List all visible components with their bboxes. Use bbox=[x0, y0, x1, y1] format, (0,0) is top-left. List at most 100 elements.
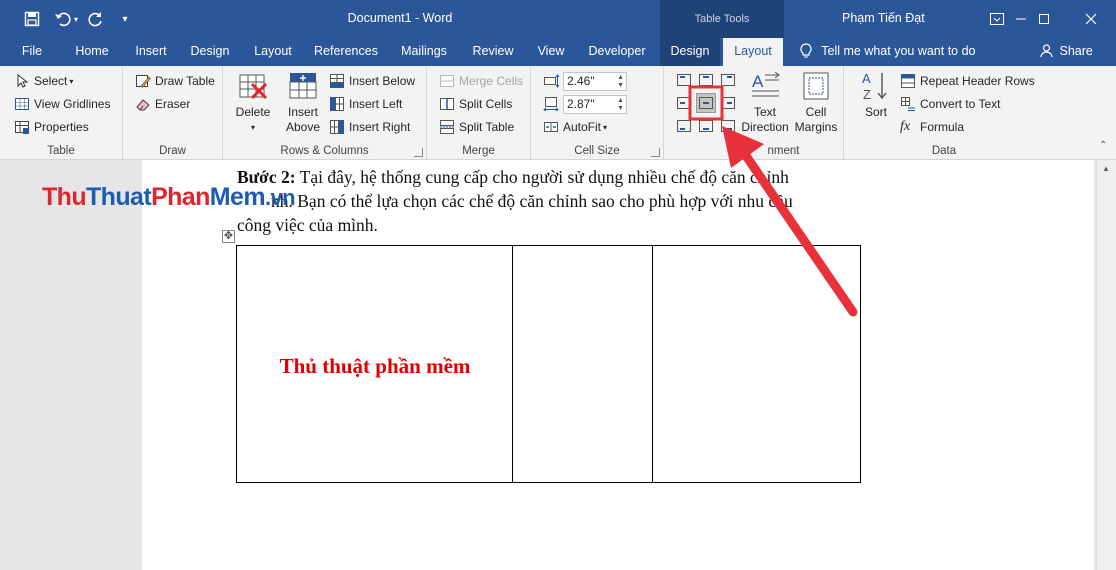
collapse-ribbon-icon[interactable]: ⌃ bbox=[1099, 140, 1107, 151]
undo-dropdown-icon[interactable]: ▾ bbox=[70, 9, 82, 29]
align-top-left-icon bbox=[677, 74, 691, 86]
close-icon[interactable] bbox=[1068, 0, 1114, 38]
tab-layout[interactable]: Layout bbox=[246, 38, 300, 66]
insert-right-button[interactable]: Insert Right bbox=[329, 117, 410, 137]
table-group: Select ▾ View Gridlines Properties Table bbox=[0, 66, 123, 160]
insert-below-button[interactable]: Insert Below bbox=[329, 71, 415, 91]
share-button[interactable]: Share bbox=[1040, 38, 1093, 66]
insert-above-button[interactable]: Insert Above bbox=[281, 70, 325, 135]
align-bottom-center-button[interactable] bbox=[696, 116, 716, 136]
body-paragraph-line-2[interactable]: nh. Bạn có thể lựa chọn các chế độ căn c… bbox=[271, 189, 793, 213]
share-label: Share bbox=[1059, 44, 1093, 58]
tab-references[interactable]: References bbox=[310, 38, 382, 66]
align-center-icon bbox=[699, 97, 713, 109]
select-arrow-icon bbox=[14, 73, 30, 89]
table-cell-text[interactable]: Thủ thuật phần mềm bbox=[237, 354, 513, 379]
eraser-icon bbox=[135, 96, 151, 112]
delete-button[interactable]: Delete ▾ bbox=[231, 70, 275, 135]
align-center-left-button[interactable] bbox=[674, 93, 694, 113]
table-group-label: Table bbox=[47, 145, 75, 157]
align-top-center-button[interactable] bbox=[696, 70, 716, 90]
spin-arrows-icon[interactable]: ▲ ▼ bbox=[617, 74, 624, 90]
tab-review[interactable]: Review bbox=[466, 38, 520, 66]
insert-row-below-icon bbox=[329, 73, 345, 89]
height-spinner[interactable]: 2.46" ▲ ▼ bbox=[543, 71, 627, 91]
text-direction-button[interactable]: A Text Direction bbox=[740, 70, 790, 135]
align-top-right-button[interactable] bbox=[718, 70, 738, 90]
convert-to-text-button[interactable]: Convert to Text bbox=[900, 94, 1000, 114]
cell-size-group-label: Cell Size bbox=[574, 145, 620, 157]
tell-me-search[interactable]: Tell me what you want to do bbox=[800, 38, 976, 66]
align-bottom-right-button[interactable] bbox=[718, 116, 738, 136]
data-group-label: Data bbox=[931, 145, 957, 157]
pencil-icon bbox=[135, 73, 151, 89]
select-button[interactable]: Select ▾ bbox=[14, 71, 73, 91]
split-cells-button[interactable]: Split Cells bbox=[439, 94, 512, 114]
fx-icon: fx bbox=[900, 119, 911, 134]
insert-column-left-icon bbox=[329, 96, 345, 112]
table-move-handle-icon[interactable]: ✥ bbox=[222, 230, 235, 243]
cell-size-launcher-icon[interactable] bbox=[651, 148, 660, 157]
redo-icon[interactable] bbox=[85, 9, 107, 29]
rows-columns-launcher-icon[interactable] bbox=[414, 148, 423, 157]
vertical-scrollbar[interactable]: ▲ bbox=[1096, 160, 1116, 570]
tab-developer[interactable]: Developer bbox=[582, 38, 652, 66]
tab-table-design[interactable]: Design bbox=[660, 38, 720, 66]
split-table-button[interactable]: Split Table bbox=[439, 117, 514, 137]
watermark-logo: ThuThuatPhanMem.vn bbox=[42, 183, 296, 211]
document-title: Document1 - Word bbox=[347, 11, 453, 25]
row-height-icon bbox=[543, 73, 560, 89]
align-center-right-button[interactable] bbox=[718, 93, 738, 113]
tab-home[interactable]: Home bbox=[68, 38, 116, 66]
merge-cells-button[interactable]: Merge Cells bbox=[439, 71, 523, 91]
align-bottom-center-icon bbox=[699, 120, 713, 132]
align-top-center-icon bbox=[699, 74, 713, 86]
align-top-left-button[interactable] bbox=[674, 70, 694, 90]
merge-group: Merge Cells Split Cells Split Table Merg… bbox=[427, 66, 531, 160]
tab-file[interactable]: File bbox=[10, 38, 54, 66]
insert-left-button[interactable]: Insert Left bbox=[329, 94, 402, 114]
spin-arrows-icon[interactable]: ▲ ▼ bbox=[617, 97, 624, 113]
merge-cells-icon bbox=[439, 73, 455, 89]
tab-insert[interactable]: Insert bbox=[128, 38, 174, 66]
tell-me-label: Tell me what you want to do bbox=[821, 44, 976, 58]
autofit-button[interactable]: AutoFit ▾ bbox=[543, 117, 607, 137]
tab-view[interactable]: View bbox=[530, 38, 572, 66]
body-paragraph-line-3[interactable]: công việc của mình. bbox=[237, 213, 378, 237]
height-field[interactable]: 2.46" ▲ ▼ bbox=[563, 71, 627, 91]
formula-button[interactable]: fx Formula bbox=[900, 117, 964, 137]
sort-button[interactable]: AZ Sort bbox=[858, 70, 894, 120]
cell-margins-button[interactable]: Cell Margins bbox=[792, 70, 840, 135]
align-center-right-icon bbox=[721, 97, 735, 109]
tab-mailings[interactable]: Mailings bbox=[392, 38, 456, 66]
repeat-header-icon bbox=[900, 73, 916, 89]
ribbon-tabs: File Home Insert Design Layout Reference… bbox=[0, 38, 1116, 66]
body-paragraph-line-1[interactable]: Bước 2: Tại đây, hệ thống cung cấp cho n… bbox=[237, 165, 789, 189]
scroll-up-icon[interactable]: ▲ bbox=[1102, 164, 1110, 173]
alignment-group-label: nment bbox=[767, 145, 800, 157]
save-icon[interactable] bbox=[21, 9, 43, 29]
repeat-header-rows-button[interactable]: Repeat Header Rows bbox=[900, 71, 1035, 91]
cell-margins-icon bbox=[800, 70, 832, 102]
text-direction-icon: A bbox=[749, 70, 781, 102]
user-name[interactable]: Phạm Tiến Đạt bbox=[842, 11, 925, 25]
view-gridlines-button[interactable]: View Gridlines bbox=[14, 94, 110, 114]
maximize-icon[interactable] bbox=[1021, 0, 1067, 38]
align-bottom-left-button[interactable] bbox=[674, 116, 694, 136]
align-top-right-icon bbox=[721, 74, 735, 86]
title-bar: ▾ ▾ Document1 - Word Table Tools Phạm Ti… bbox=[0, 0, 1116, 38]
customize-qat-icon[interactable]: ▾ bbox=[114, 9, 136, 29]
align-bottom-right-icon bbox=[721, 120, 735, 132]
svg-text:A: A bbox=[862, 71, 871, 86]
align-center-button[interactable] bbox=[696, 93, 716, 113]
document-table[interactable]: Thủ thuật phần mềm bbox=[236, 245, 861, 483]
table-column-divider[interactable] bbox=[652, 246, 653, 482]
tab-design[interactable]: Design bbox=[184, 38, 236, 66]
width-spinner[interactable]: 2.87" ▲ ▼ bbox=[543, 94, 627, 114]
width-field[interactable]: 2.87" ▲ ▼ bbox=[563, 94, 627, 114]
cell-size-group: 2.46" ▲ ▼ 2.87" ▲ ▼ AutoFit ▾ Cell Size bbox=[531, 66, 664, 160]
tab-table-layout[interactable]: Layout bbox=[723, 38, 783, 66]
eraser-button[interactable]: Eraser bbox=[135, 94, 190, 114]
properties-button[interactable]: Properties bbox=[14, 117, 89, 137]
draw-table-button[interactable]: Draw Table bbox=[135, 71, 215, 91]
